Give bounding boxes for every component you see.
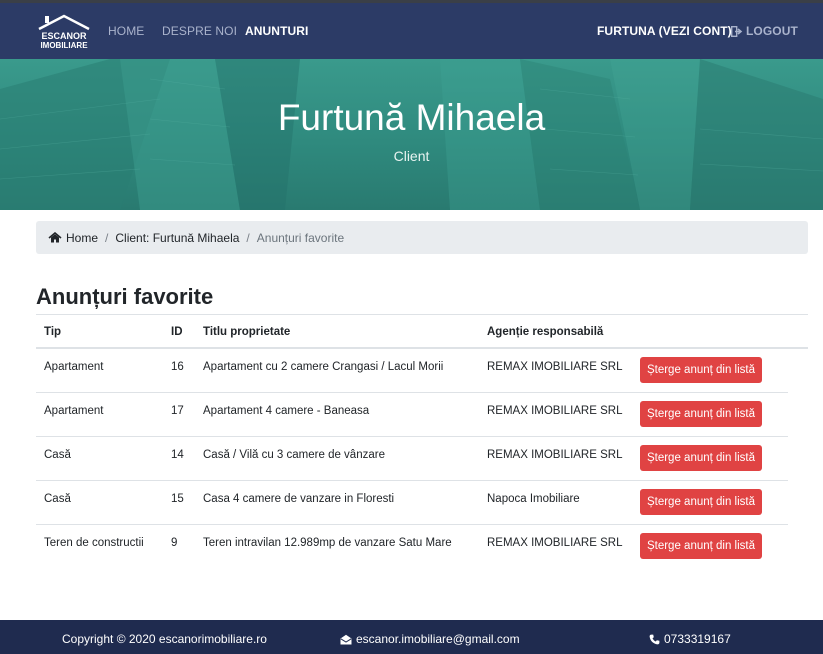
cell-id: 9	[171, 537, 178, 549]
table-row: Teren de constructii 9 Teren intravilan …	[36, 525, 788, 569]
breadcrumb-client-link[interactable]: Client: Furtună Mihaela	[115, 231, 239, 245]
navbar: ESCANOR IMOBILIARE HOME DESPRE NOI ANUNT…	[0, 3, 823, 59]
home-icon	[48, 232, 62, 243]
footer-copyright: Copyright © 2020 escanorimobiliare.ro	[62, 632, 267, 646]
remove-favorite-button[interactable]: Șterge anunț din listă	[640, 489, 762, 515]
hero-banner: Furtună Mihaela Client	[0, 59, 823, 210]
cell-titlu[interactable]: Casă / Vilă cu 3 camere de vânzare	[203, 449, 385, 461]
header-tip: Tip	[44, 326, 62, 338]
cell-agentie: REMAX IMOBILIARE SRL	[487, 449, 623, 461]
footer-email-text: escanor.imobiliare@gmail.com	[356, 632, 520, 646]
nav-link-home[interactable]: HOME	[108, 24, 144, 38]
breadcrumb-home-label: Home	[66, 230, 99, 245]
cell-titlu[interactable]: Teren intravilan 12.989mp de vanzare Sat…	[203, 537, 452, 549]
breadcrumb-current: Anunțuri favorite	[256, 230, 345, 245]
cell-id: 16	[171, 361, 184, 373]
cell-agentie: REMAX IMOBILIARE SRL	[487, 361, 623, 373]
breadcrumb: Home / Client: Furtună Mihaela / Anunțur…	[36, 221, 808, 254]
footer: Copyright © 2020 escanorimobiliare.ro es…	[0, 620, 823, 654]
header-agentie: Agenție responsabilă	[487, 326, 604, 338]
cell-agentie: REMAX IMOBILIARE SRL	[487, 537, 623, 549]
footer-phone[interactable]: 0733319167	[649, 632, 731, 646]
cell-agentie: REMAX IMOBILIARE SRL	[487, 405, 623, 417]
logo-text-line1: ESCANOR	[41, 31, 87, 41]
table-row: Casă 14 Casă / Vilă cu 3 camere de vânza…	[36, 437, 788, 481]
remove-favorite-button[interactable]: Șterge anunț din listă	[640, 401, 762, 427]
breadcrumb-home-link[interactable]: Home	[48, 231, 98, 245]
cell-titlu[interactable]: Casa 4 camere de vanzare in Floresti	[203, 493, 394, 505]
header-titlu: Titlu proprietate	[203, 326, 291, 338]
sign-out-icon	[731, 25, 743, 37]
logout-label: LOGOUT	[746, 24, 798, 38]
breadcrumb-separator: /	[246, 230, 250, 245]
section-title: Anunțuri favorite	[36, 284, 214, 309]
phone-icon	[649, 634, 660, 644]
cell-agentie: Napoca Imobiliare	[487, 493, 580, 505]
site-logo[interactable]: ESCANOR IMOBILIARE	[36, 13, 92, 51]
cell-tip: Apartament	[44, 405, 104, 417]
nav-link-despre-noi[interactable]: DESPRE NOI	[162, 24, 237, 38]
remove-favorite-button[interactable]: Șterge anunț din listă	[640, 445, 762, 471]
remove-favorite-button[interactable]: Șterge anunț din listă	[640, 533, 762, 559]
logo-text-line2: IMOBILIARE	[40, 41, 88, 50]
hero-title: Furtună Mihaela	[277, 97, 546, 138]
logo-house-icon: ESCANOR IMOBILIARE	[38, 14, 90, 50]
cell-id: 14	[171, 449, 184, 461]
table-row: Apartament 17 Apartament 4 camere - Bane…	[36, 393, 788, 437]
logout-link[interactable]: LOGOUT	[731, 24, 798, 38]
cell-tip: Casă	[44, 493, 71, 505]
cell-id: 15	[171, 493, 184, 505]
footer-email[interactable]: escanor.imobiliare@gmail.com	[340, 632, 520, 646]
envelope-open-icon	[340, 634, 352, 644]
hero-subtitle: Client	[393, 148, 430, 164]
remove-favorite-button[interactable]: Șterge anunț din listă	[640, 357, 762, 383]
cell-tip: Casă	[44, 449, 71, 461]
nav-link-anunturi[interactable]: ANUNTURI	[245, 24, 308, 38]
favorites-table: Tip ID Titlu proprietate Agenție respons…	[36, 314, 808, 569]
cell-tip: Teren de constructii	[44, 537, 144, 549]
table-row: Apartament 16 Apartament cu 2 camere Cra…	[36, 349, 788, 393]
table-row: Casă 15 Casa 4 camere de vanzare in Flor…	[36, 481, 788, 525]
header-id: ID	[171, 326, 183, 338]
cell-id: 17	[171, 405, 184, 417]
cell-titlu[interactable]: Apartament 4 camere - Baneasa	[203, 405, 369, 417]
nav-account-link[interactable]: FURTUNA (VEZI CONT)	[597, 24, 732, 38]
footer-phone-text: 0733319167	[664, 632, 731, 646]
cell-titlu[interactable]: Apartament cu 2 camere Crangasi / Lacul …	[203, 361, 443, 373]
breadcrumb-separator: /	[105, 230, 109, 245]
cell-tip: Apartament	[44, 361, 104, 373]
table-header: Tip ID Titlu proprietate Agenție respons…	[36, 314, 808, 349]
